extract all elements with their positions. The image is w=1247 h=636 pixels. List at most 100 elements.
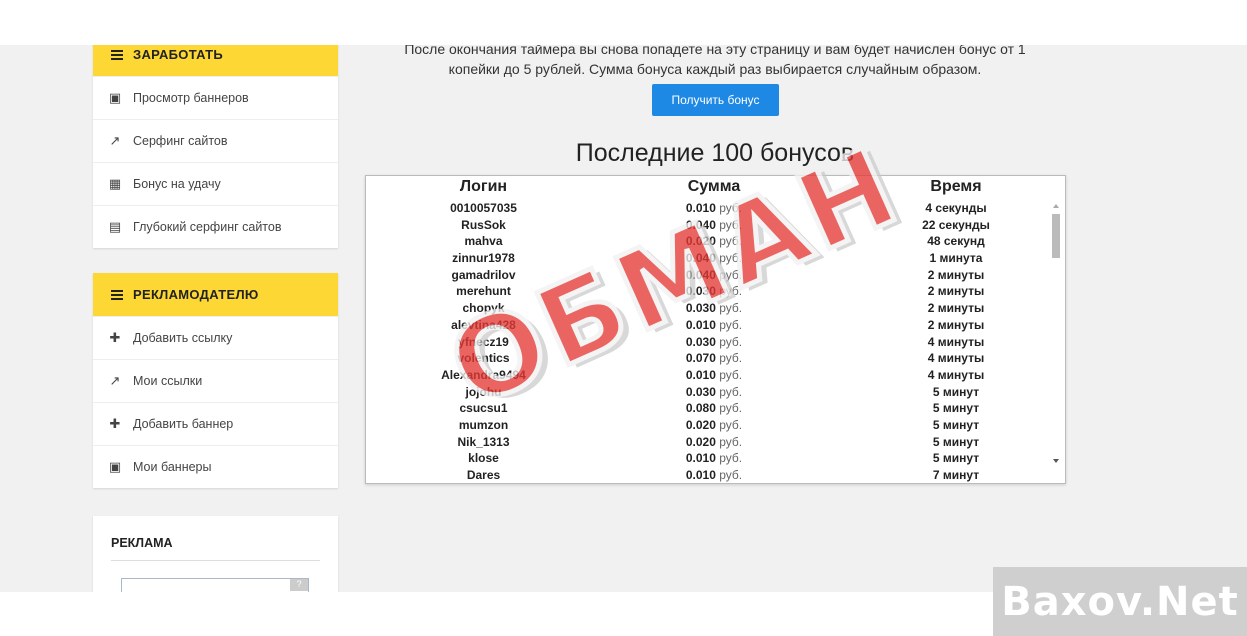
cell-amount: 0.010 руб. — [644, 200, 784, 217]
scroll-up-icon[interactable] — [1053, 204, 1059, 208]
cell-amount: 0.030 руб. — [644, 300, 784, 317]
table-row: Alexandra9494 0.010 руб. 4 минуты — [366, 367, 1046, 384]
amount-value: 0.030 — [685, 384, 716, 399]
table-row: volentics 0.070 руб. 4 минуты — [366, 350, 1046, 367]
cell-amount: 0.040 руб. — [644, 217, 784, 234]
cell-time: 5 минут — [932, 417, 980, 432]
currency-label: руб. — [719, 351, 743, 366]
sidebar-item-deep-surfing[interactable]: ▤ Глубокий серфинг сайтов — [93, 205, 338, 248]
earn-panel-header: ЗАРАБОТАТЬ — [93, 45, 338, 76]
advertiser-panel-header: РЕКЛАМОДАТЕЛЮ — [93, 273, 338, 316]
amount-value: 0.040 — [685, 267, 716, 282]
cell-time: 4 секунды — [925, 201, 987, 215]
column-header-time: Время — [930, 178, 982, 195]
cell-amount: 0.020 руб. — [644, 417, 784, 434]
cell-login: alevtina428 — [451, 317, 516, 332]
sidebar-item-label: Серфинг сайтов — [133, 134, 228, 148]
cell-time: 4 минуты — [927, 351, 985, 366]
table-row: yfnecz19 0.030 руб. 4 минуты — [366, 334, 1046, 351]
external-link-icon: ↗ — [109, 373, 121, 388]
amount-value: 0.020 — [685, 434, 716, 449]
sidebar-item-label: Бонус на удачу — [133, 177, 221, 191]
cell-amount: 0.070 руб. — [644, 350, 784, 367]
amount-value: 0.010 — [685, 367, 716, 382]
currency-label: руб. — [719, 417, 743, 432]
ads-panel-title: РЕКЛАМА — [111, 536, 173, 550]
currency-label: руб. — [719, 367, 743, 382]
menu-icon — [111, 288, 123, 302]
film-icon: ▤ — [108, 219, 122, 234]
scroll-down-icon[interactable] — [1053, 459, 1059, 463]
column-header-amount: Сумма — [687, 178, 741, 195]
cell-login: chopyk — [462, 301, 505, 316]
currency-label: руб. — [719, 434, 743, 449]
image-icon: ▣ — [108, 90, 122, 105]
currency-label: руб. — [719, 317, 743, 332]
plus-icon: ✚ — [109, 330, 121, 345]
sidebar-item-label: Глубокий серфинг сайтов — [133, 220, 282, 234]
cell-time: 4 минуты — [927, 367, 985, 382]
sidebar-item-my-links[interactable]: ↗ Мои ссылки — [93, 359, 338, 402]
sidebar-item-add-banner[interactable]: ✚ Добавить баннер — [93, 402, 338, 445]
get-bonus-button[interactable]: Получить бонус — [652, 84, 779, 116]
cell-time: 7 минут — [932, 468, 980, 482]
currency-label: руб. — [719, 234, 743, 249]
cell-login: merehunt — [456, 284, 511, 299]
amount-value: 0.080 — [685, 401, 716, 416]
table-scrollbar[interactable] — [1047, 176, 1065, 483]
cell-time: 5 минут — [932, 451, 980, 466]
amount-value: 0.010 — [685, 317, 716, 332]
cell-login: Nik_1313 — [457, 434, 510, 449]
cell-login: mumzon — [458, 417, 509, 432]
amount-value: 0.010 — [685, 451, 716, 466]
cell-amount: 0.010 руб. — [644, 367, 784, 384]
currency-label: руб. — [719, 334, 743, 349]
sidebar-item-my-banners[interactable]: ▣ Мои баннеры — [93, 445, 338, 488]
sidebar-item-label: Добавить баннер — [133, 417, 234, 431]
table-row: Dares 0.010 руб. 7 минут — [366, 467, 1046, 483]
sidebar-item-add-link[interactable]: ✚ Добавить ссылку — [93, 316, 338, 359]
table-row: gamadrilov 0.040 руб. 2 минуты — [366, 267, 1046, 284]
column-header-login: Логин — [459, 178, 508, 195]
ad-banner[interactable]: ? — [121, 578, 309, 592]
currency-label: руб. — [719, 451, 743, 466]
sidebar-item-surfing[interactable]: ↗ Серфинг сайтов — [93, 119, 338, 162]
cell-time: 22 секунды — [922, 217, 990, 232]
site-watermark: Baxov.Net — [993, 567, 1247, 636]
cell-time: 4 минуты — [927, 334, 985, 349]
table-row: mahva 0.020 руб. 48 секунд — [366, 233, 1046, 250]
amount-value: 0.010 — [685, 468, 716, 482]
cell-amount: 0.010 руб. — [644, 467, 784, 483]
cell-amount: 0.010 руб. — [644, 450, 784, 467]
table-row: chopyk 0.030 руб. 2 минуты — [366, 300, 1046, 317]
cell-amount: 0.030 руб. — [644, 283, 784, 300]
menu-icon — [111, 48, 123, 62]
cell-time: 2 минуты — [927, 267, 985, 282]
sidebar-item-lucky-bonus[interactable]: ▦ Бонус на удачу — [93, 162, 338, 205]
currency-label: руб. — [719, 384, 743, 399]
scroll-thumb[interactable] — [1052, 214, 1060, 258]
cell-time: 5 минут — [932, 434, 980, 449]
amount-value: 0.030 — [685, 334, 716, 349]
cell-amount: 0.010 руб. — [644, 317, 784, 334]
bonus-table[interactable]: Логин Сумма Время 0010057035 0.010 руб. 4 … — [365, 175, 1066, 484]
sidebar-item-label: Просмотр баннеров — [133, 91, 249, 105]
currency-label: руб. — [719, 217, 743, 232]
cell-time: 2 минуты — [927, 284, 985, 299]
cell-amount: 0.020 руб. — [644, 434, 784, 451]
page-screenshot: ЗАРАБОТАТЬ ▣ Просмотр баннеров ↗ Серфинг… — [0, 45, 1247, 592]
currency-label: руб. — [719, 267, 743, 282]
table-row: mumzon 0.020 руб. 5 минут — [366, 417, 1046, 434]
cell-amount: 0.040 руб. — [644, 267, 784, 284]
cell-login: Dares — [466, 468, 501, 482]
advertiser-panel: РЕКЛАМОДАТЕЛЮ ✚ Добавить ссылку ↗ Мои сс… — [93, 273, 338, 488]
cell-login: jojohu — [465, 384, 502, 399]
sidebar-item-view-banners[interactable]: ▣ Просмотр баннеров — [93, 76, 338, 119]
cell-login: klose — [468, 451, 499, 466]
table-row: Nik_1313 0.020 руб. 5 минут — [366, 434, 1046, 451]
cell-login: RusSok — [461, 217, 506, 232]
currency-label: руб. — [719, 251, 743, 266]
amount-value: 0.020 — [685, 234, 716, 249]
image-icon: ▣ — [108, 459, 122, 474]
amount-value: 0.070 — [685, 351, 716, 366]
